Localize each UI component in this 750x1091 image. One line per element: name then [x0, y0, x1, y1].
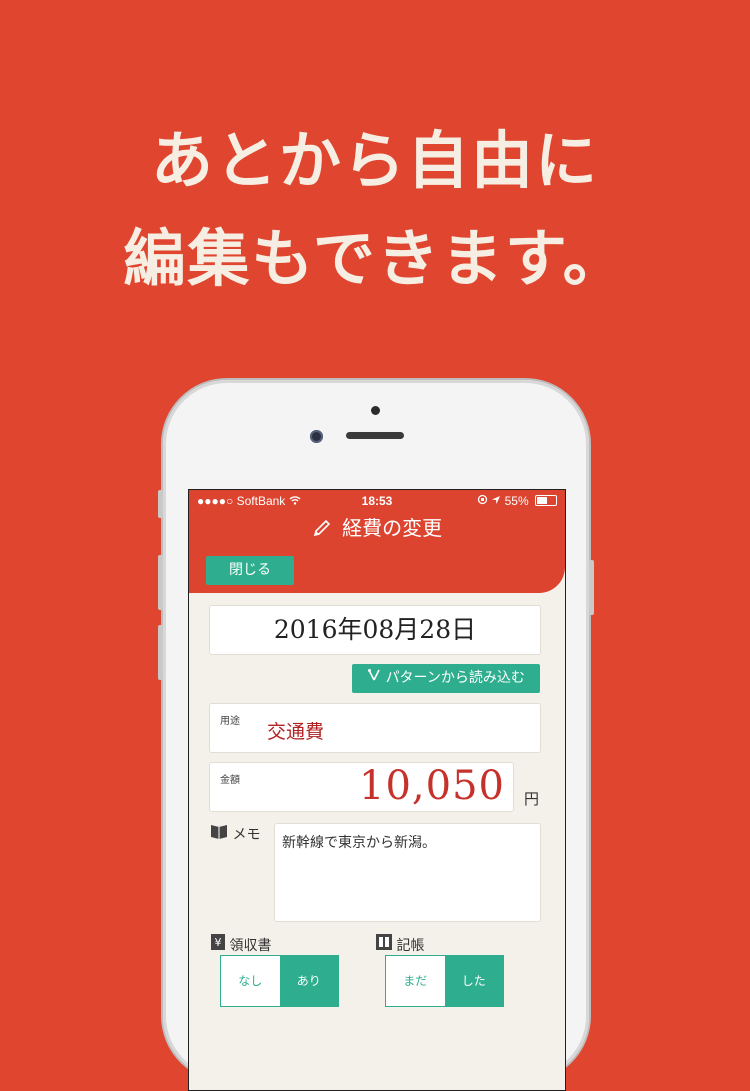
app-screen: ●●●●○ SoftBank 18:53 55% 経費の変更 閉じる 2016年…: [188, 489, 566, 1091]
receipt-toggle: なし あり: [220, 955, 339, 1007]
orientation-lock-icon: [477, 494, 491, 508]
amount-label: 金額: [220, 775, 240, 786]
record-toggle: まだ した: [385, 955, 504, 1007]
header-title-row: 経費の変更: [189, 512, 565, 541]
page-title: 経費の変更: [342, 516, 443, 540]
pencil-icon: [312, 516, 342, 540]
record-option-done[interactable]: した: [444, 956, 503, 1006]
volume-up-button: [158, 555, 163, 610]
headline-line-2: 編集もできます。: [123, 222, 627, 295]
volume-down-button: [158, 625, 163, 680]
memo-label: メモ: [232, 827, 261, 843]
location-arrow-icon: [491, 494, 504, 508]
battery-percent: 55%: [504, 494, 529, 508]
usage-field[interactable]: 用途 交通費: [209, 703, 541, 753]
headline-line-1: あとから自由に: [150, 124, 599, 197]
yen-icon: ¥: [211, 934, 229, 954]
amount-value: 10,050: [359, 763, 505, 809]
mute-switch: [158, 490, 163, 518]
power-button: [589, 560, 594, 615]
phone-frame: ●●●●○ SoftBank 18:53 55% 経費の変更 閉じる 2016年…: [158, 380, 594, 1091]
battery-icon: [535, 495, 557, 506]
currency-unit: 円: [524, 790, 540, 808]
svg-text:¥: ¥: [215, 936, 222, 949]
receipt-label-group: ¥ 領収書: [211, 934, 271, 955]
front-camera: [310, 430, 323, 443]
usage-label: 用途: [220, 716, 240, 727]
status-bar: ●●●●○ SoftBank 18:53 55%: [189, 490, 565, 512]
amount-field[interactable]: 金額 10,050: [209, 762, 514, 812]
load-pattern-button[interactable]: パターンから読み込む: [352, 664, 540, 693]
app-header: ●●●●○ SoftBank 18:53 55% 経費の変更 閉じる: [189, 490, 565, 593]
usage-value: 交通費: [267, 721, 325, 743]
record-label: 記帳: [396, 938, 425, 954]
receipt-option-none[interactable]: なし: [221, 956, 280, 1006]
date-field[interactable]: 2016年08月28日: [209, 605, 541, 655]
receipt-option-yes[interactable]: あり: [279, 956, 338, 1006]
status-right: 55%: [477, 494, 557, 508]
record-option-not-yet[interactable]: まだ: [386, 956, 445, 1006]
memo-label-group: メモ: [210, 823, 260, 844]
memo-text: 新幹線で東京から新潟。: [282, 835, 436, 851]
record-label-group: 記帳: [376, 934, 424, 955]
close-button[interactable]: 閉じる: [206, 556, 294, 585]
ledger-icon: [376, 934, 396, 954]
earpiece-speaker: [346, 432, 404, 439]
tools-icon: [367, 669, 385, 686]
proximity-sensor: [371, 406, 380, 415]
receipt-label: 領収書: [229, 938, 272, 954]
memo-textarea[interactable]: 新幹線で東京から新潟。: [274, 823, 541, 922]
load-pattern-label: パターンから読み込む: [385, 670, 525, 686]
memo-icon: [210, 825, 232, 843]
